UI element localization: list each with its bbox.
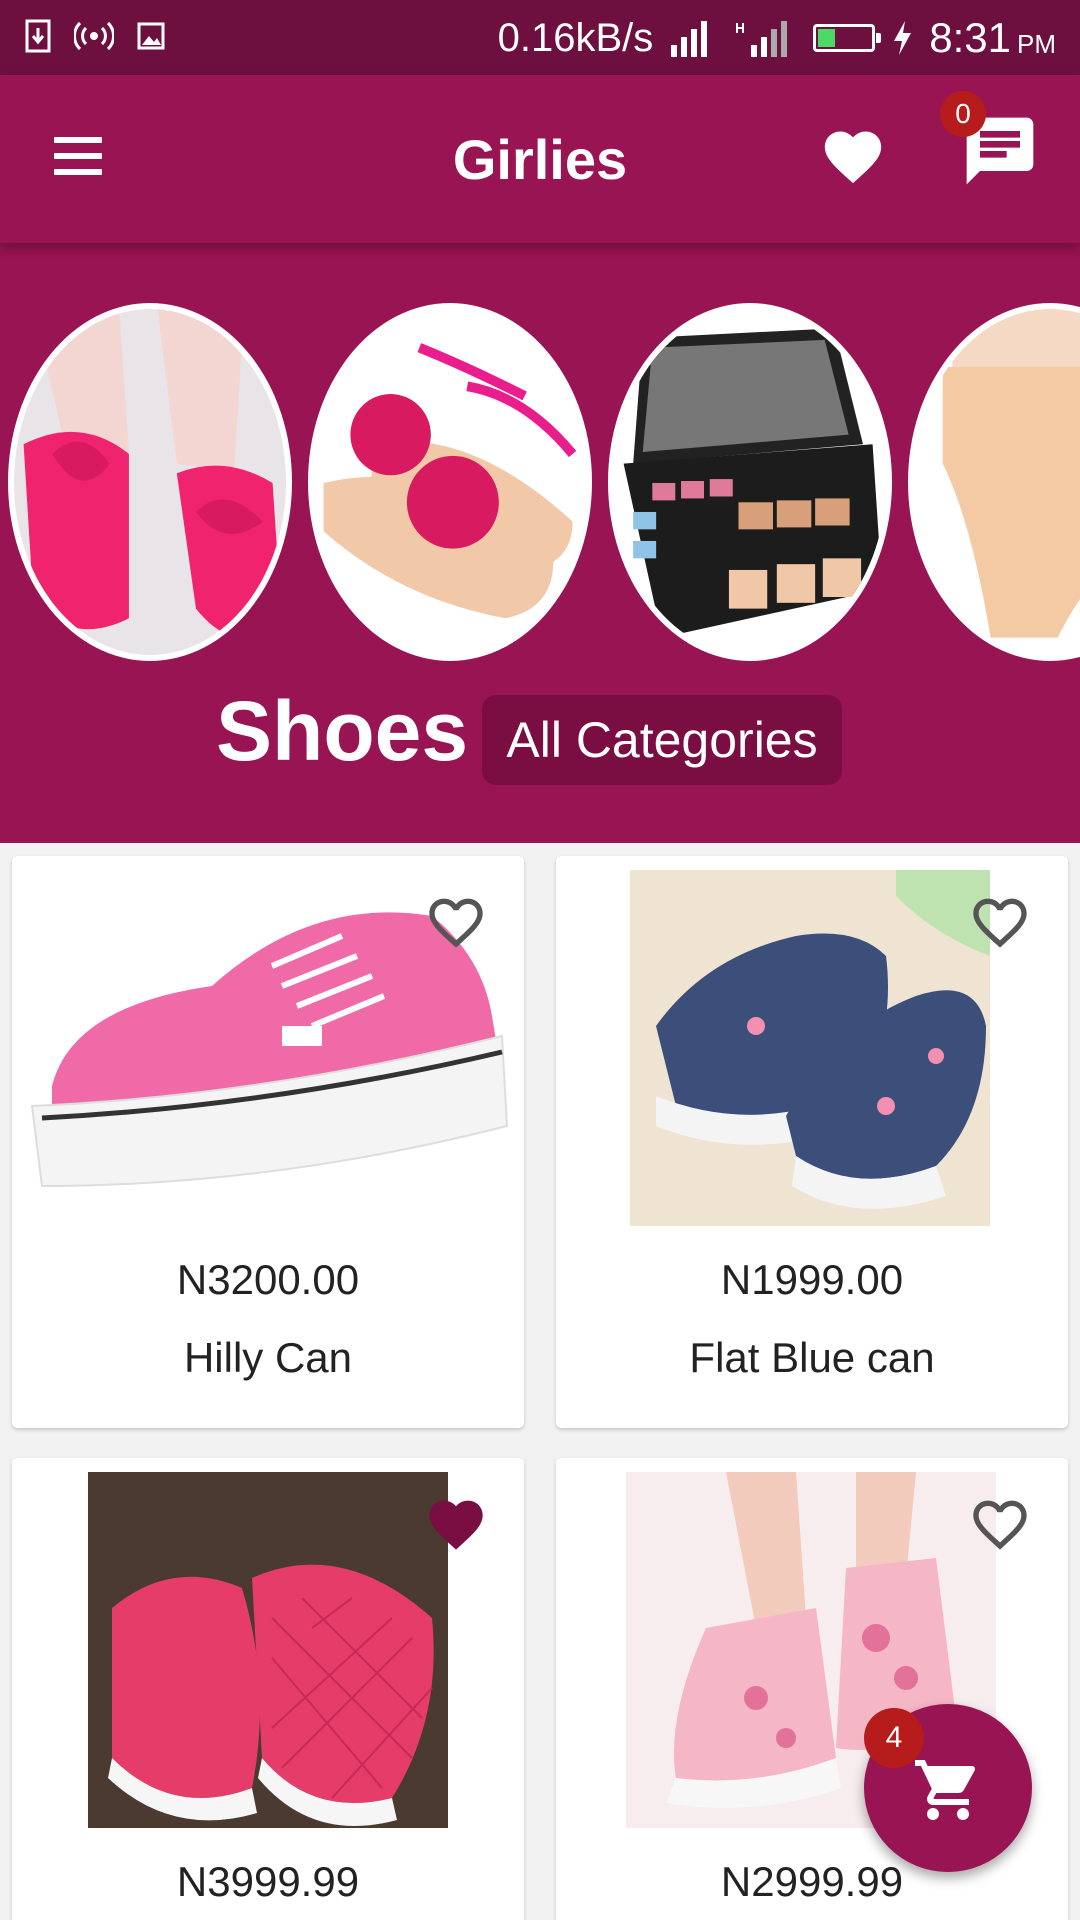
product-price: N1999.00 — [720, 1256, 904, 1303]
hotspot-icon — [74, 21, 114, 51]
heart-outline-icon — [429, 898, 483, 948]
clock-ampm: PM — [1017, 28, 1056, 59]
product-card[interactable]: N3999.99 — [12, 1458, 524, 1920]
net-speed: 0.16kB/s — [497, 15, 654, 60]
favorite-toggle[interactable] — [968, 890, 1032, 950]
image-icon — [137, 22, 165, 50]
all-categories-button[interactable]: All Categories — [482, 695, 842, 785]
product-card[interactable]: N1999.00 Flat Blue can — [556, 856, 1068, 1428]
product-price: N2999.99 — [720, 1858, 904, 1905]
clock: 8:31 — [929, 14, 1011, 61]
app-bar: Girlies 0 — [0, 75, 1080, 243]
favorites-button[interactable] — [818, 123, 888, 193]
product-card[interactable]: N3200.00 Hilly Can — [12, 856, 524, 1428]
category-carousel: Shoes All Categories — [0, 243, 1080, 843]
product-name: Flat Blue can — [689, 1334, 935, 1381]
menu-icon — [54, 137, 102, 143]
usb-icon — [25, 19, 51, 53]
heart-icon — [824, 131, 882, 184]
signal-icon-2 — [736, 21, 788, 57]
current-category-title: Shoes — [216, 684, 469, 778]
heart-outline-icon — [973, 898, 1027, 948]
menu-button[interactable] — [48, 133, 108, 179]
category-bubble-sandals[interactable] — [308, 303, 592, 661]
heart-filled-icon — [429, 1500, 483, 1550]
product-name: Hilly Can — [183, 1334, 353, 1381]
message-count-badge: 0 — [940, 91, 986, 137]
status-bar: 0.16kB/s 8:31 PM — [0, 0, 1080, 75]
category-bubble-shoes[interactable] — [8, 303, 292, 661]
underwear-image — [914, 309, 1080, 655]
favorite-toggle[interactable] — [968, 1492, 1032, 1552]
favorite-toggle[interactable] — [424, 1492, 488, 1552]
cart-icon — [915, 1760, 976, 1820]
heart-outline-icon — [973, 1500, 1027, 1550]
app-title: Girlies — [452, 128, 628, 191]
product-price: N3200.00 — [176, 1256, 360, 1303]
favorite-toggle[interactable] — [424, 890, 488, 950]
cart-count-badge: 4 — [864, 1708, 924, 1768]
battery-level — [818, 29, 836, 47]
signal-icon — [671, 21, 708, 57]
battery-icon — [813, 24, 882, 52]
category-bubble-underwear[interactable] — [908, 303, 1080, 661]
charging-icon — [894, 21, 912, 55]
category-bubble-makeup[interactable] — [608, 303, 892, 661]
makeup-image — [614, 309, 886, 655]
sandals-image — [314, 309, 586, 655]
shoes-image — [14, 309, 286, 655]
product-price: N3999.99 — [176, 1858, 360, 1905]
